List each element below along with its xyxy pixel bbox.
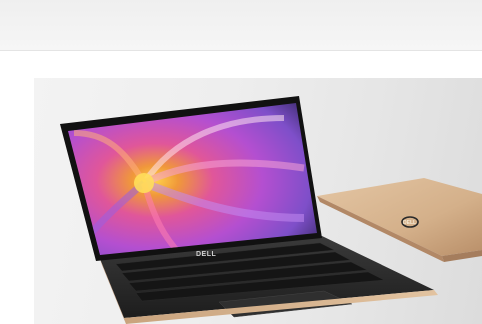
front-dell-logo-text: DELL [196, 251, 217, 258]
product-photo: DELL DELL [34, 78, 482, 324]
back-dell-logo-text: DELL [403, 220, 416, 226]
top-banner [0, 0, 482, 51]
laptop-illustration: DELL DELL [60, 96, 482, 324]
front-laptop-screen: DELL [60, 96, 322, 261]
